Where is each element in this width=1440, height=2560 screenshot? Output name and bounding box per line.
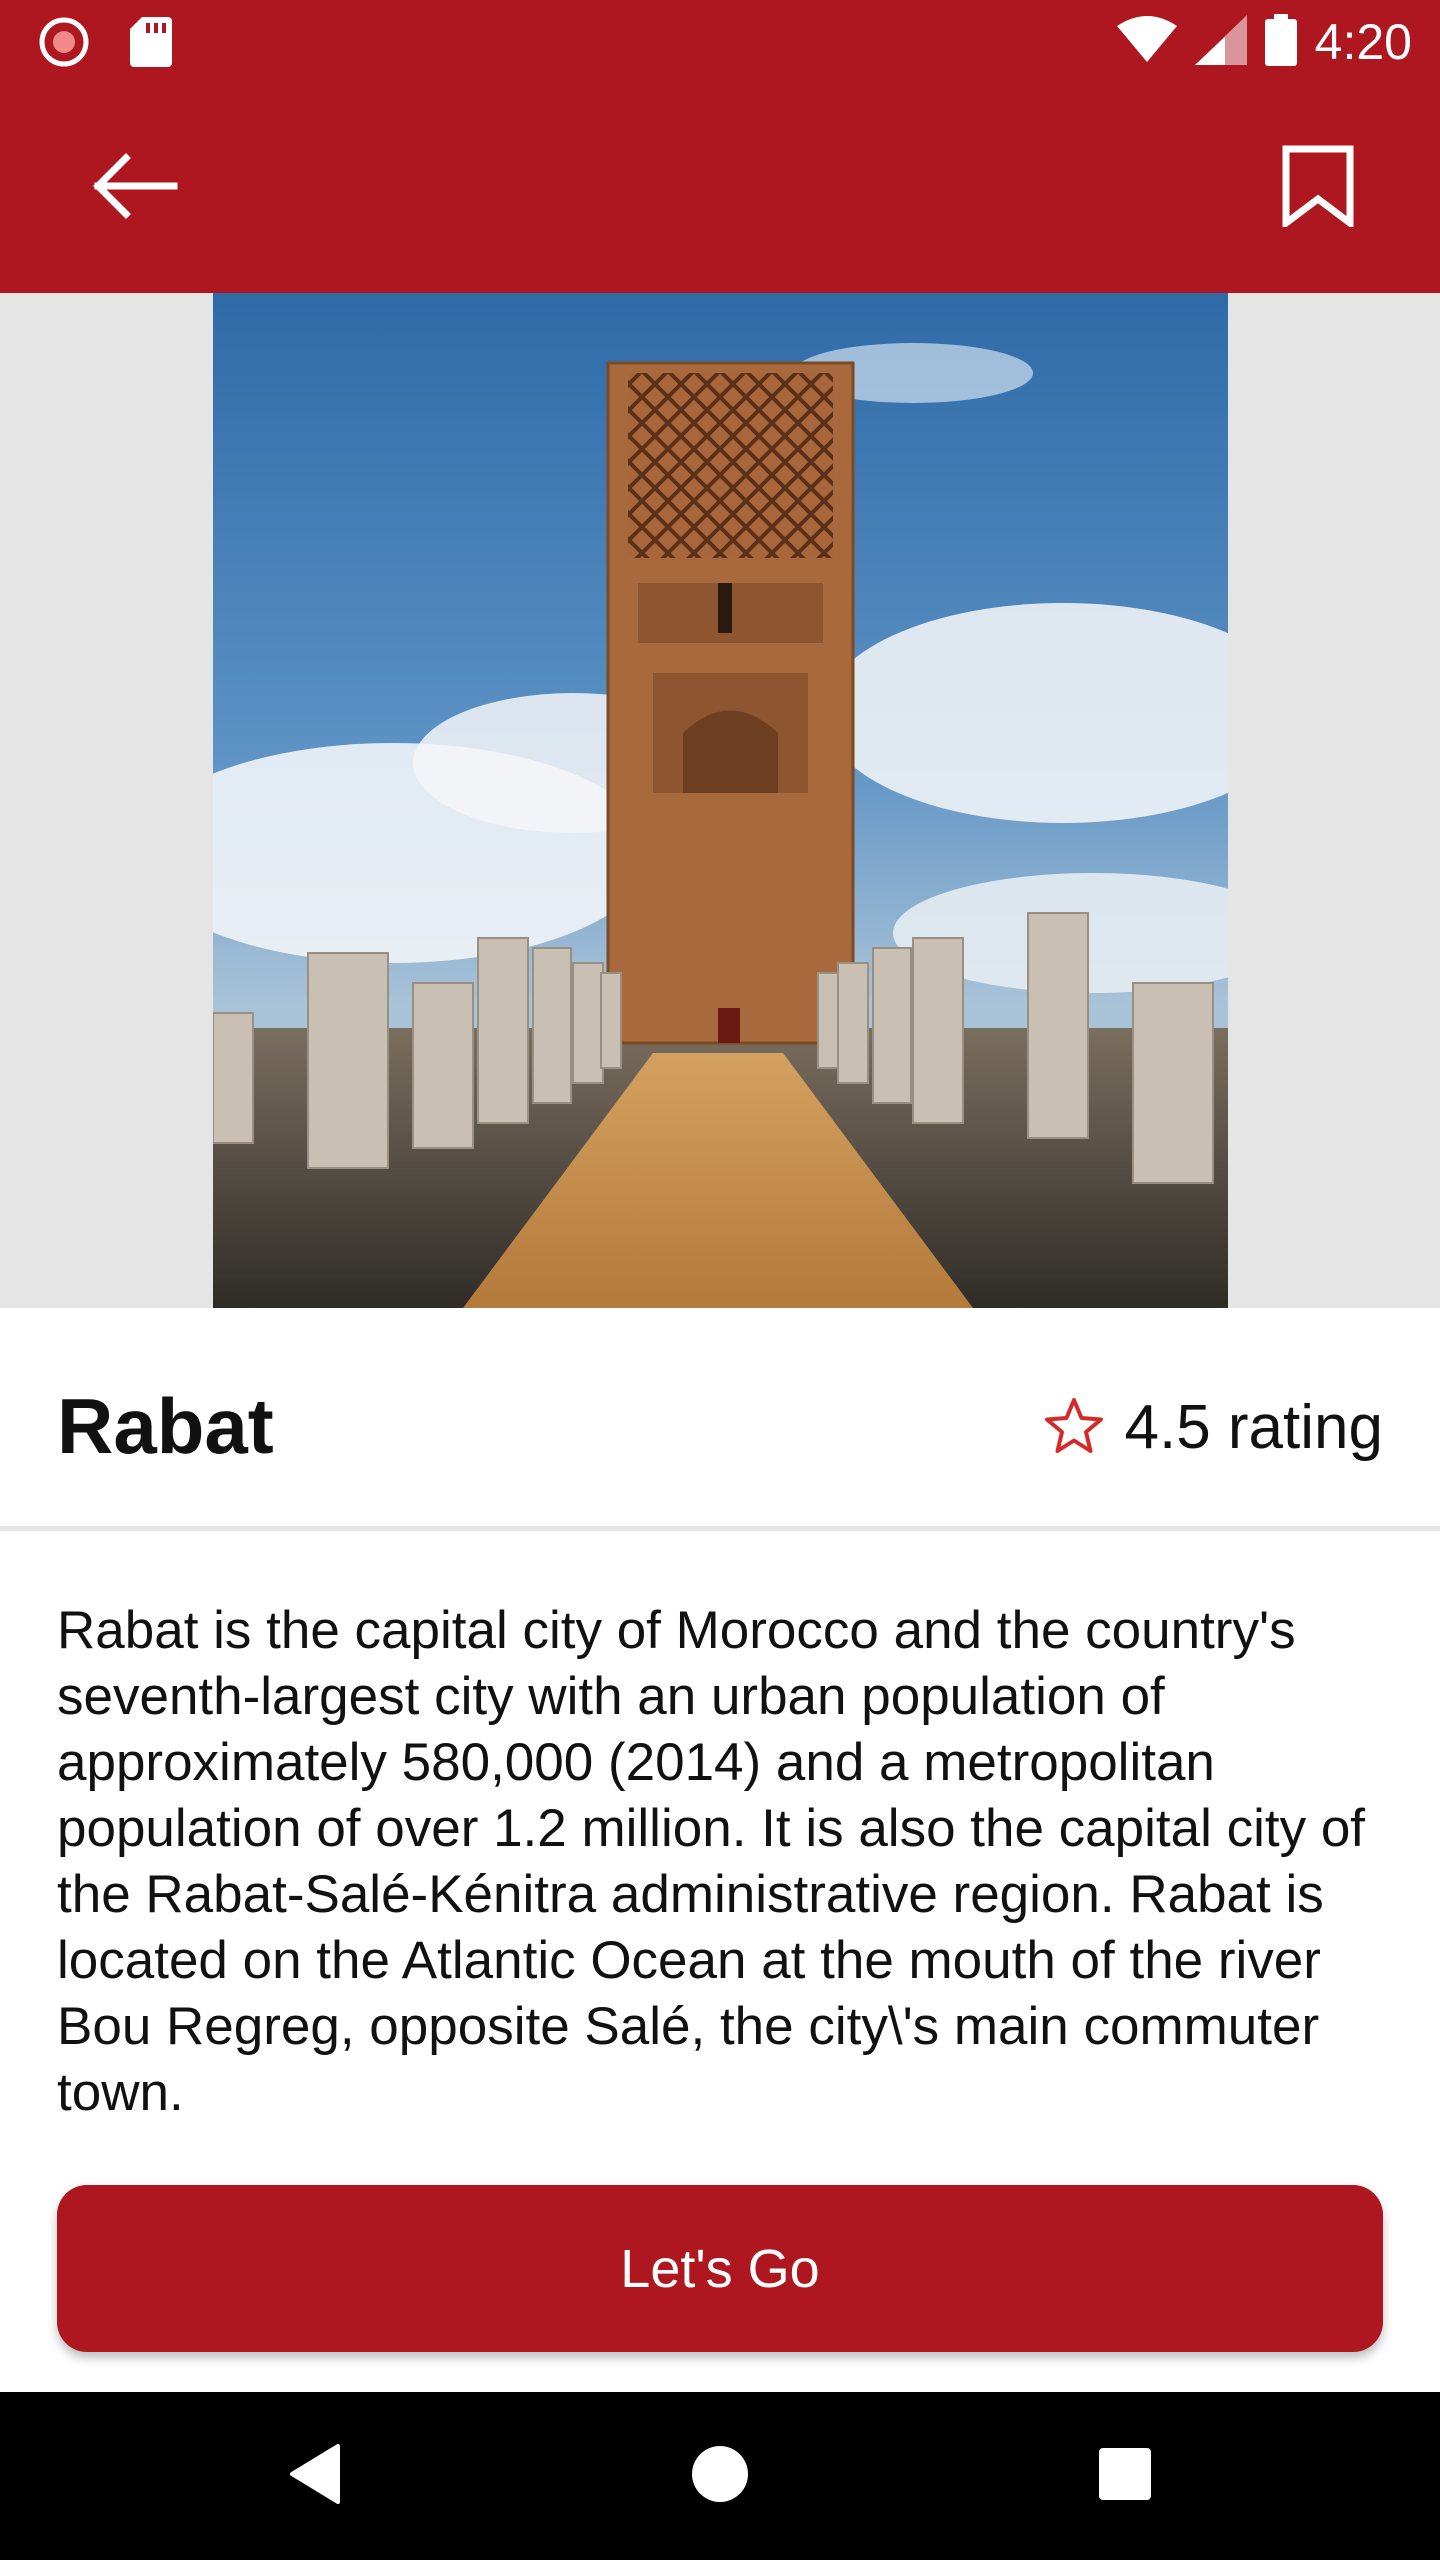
- battery-icon: [1264, 13, 1297, 71]
- place-description: Rabat is the capital city of Morocco and…: [57, 1601, 1366, 2122]
- back-button[interactable]: [73, 128, 193, 248]
- nav-recents-icon: [1097, 2446, 1153, 2507]
- status-right-icons: 4:20: [1116, 10, 1412, 74]
- wifi-icon: [1116, 15, 1177, 69]
- status-bar: 4:20: [0, 0, 1440, 84]
- divider: [0, 1526, 1440, 1531]
- lets-go-button[interactable]: Let's Go: [57, 2185, 1383, 2352]
- rating: 4.5 rating: [1044, 1383, 1383, 1473]
- status-time: 4:20: [1314, 14, 1412, 70]
- bookmark-button[interactable]: [1258, 128, 1378, 248]
- nav-back-button[interactable]: [266, 2426, 366, 2526]
- rating-text: 4.5 rating: [1124, 1393, 1383, 1462]
- sd-card-icon: [130, 17, 172, 72]
- arrow-left-icon: [88, 151, 178, 226]
- hero-image: [213, 293, 1228, 1308]
- nav-recents-button[interactable]: [1075, 2426, 1175, 2526]
- navigation-bar: [0, 2392, 1440, 2560]
- app-bar: [0, 84, 1440, 293]
- record-icon: [38, 16, 90, 73]
- nav-home-button[interactable]: [670, 2426, 770, 2526]
- bookmark-icon: [1282, 145, 1354, 232]
- place-title: Rabat: [57, 1382, 274, 1470]
- nav-home-icon: [690, 2444, 750, 2509]
- signal-icon: [1194, 14, 1247, 70]
- title-row: Rabat 4.5 rating: [0, 1308, 1440, 1528]
- status-left-icons: [38, 16, 172, 73]
- nav-back-icon: [286, 2442, 346, 2511]
- star-outline-icon: [1044, 1397, 1104, 1460]
